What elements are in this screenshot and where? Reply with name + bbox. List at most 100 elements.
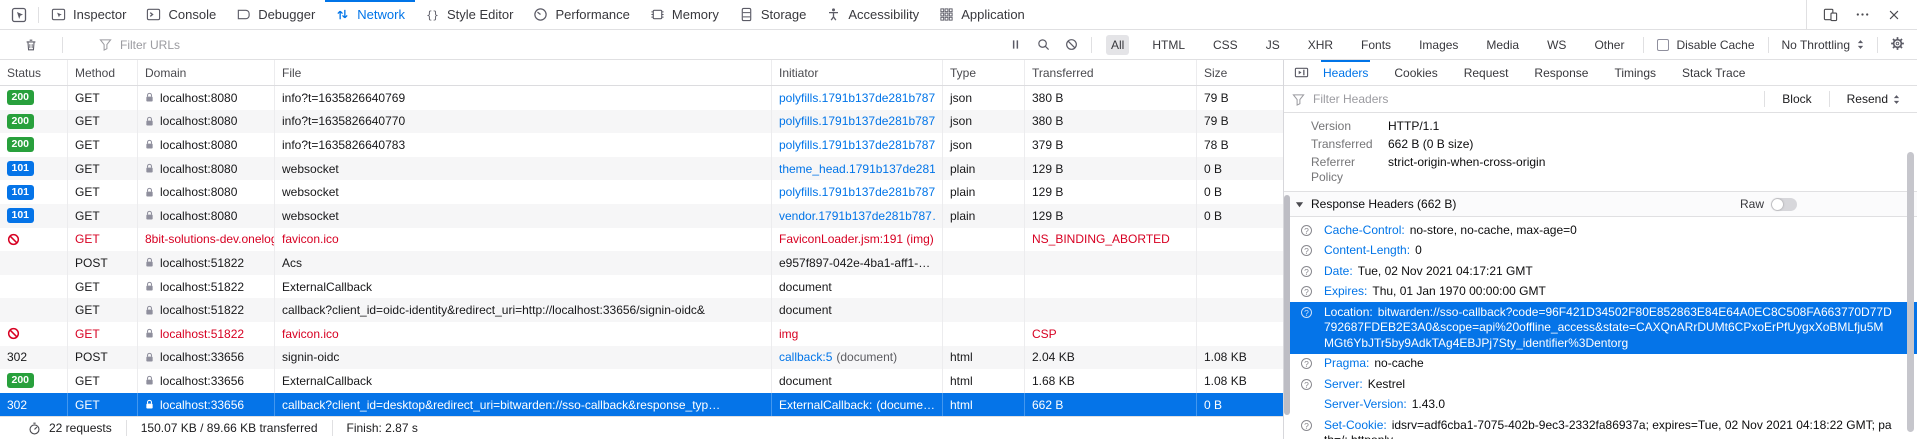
filter-type-css[interactable]: CSS <box>1208 35 1243 55</box>
raw-toggle[interactable] <box>1771 198 1797 211</box>
pick-element-button[interactable] <box>0 0 38 29</box>
header-name[interactable]: Server: <box>1324 377 1363 391</box>
tab-accessibility[interactable]: Accessibility <box>816 0 929 29</box>
header-name[interactable]: Pragma: <box>1324 356 1369 370</box>
table-row[interactable]: GET localhost:51822 ExternalCallback doc… <box>0 275 1283 299</box>
table-scrollbar-thumb[interactable] <box>1284 195 1290 415</box>
initiator-link[interactable]: vendor.1791b137de281b787… <box>779 209 935 223</box>
table-row[interactable]: 101 GET localhost:8080 websocket polyfil… <box>0 180 1283 204</box>
filter-type-all[interactable]: All <box>1106 35 1129 55</box>
table-row[interactable]: 200 GET localhost:8080 info?t=1635826640… <box>0 133 1283 157</box>
tab-console[interactable]: Console <box>136 0 226 29</box>
header-name[interactable]: Server-Version: <box>1324 397 1407 411</box>
initiator-link[interactable]: callback:5 <box>779 350 832 364</box>
tab-style-editor[interactable]: {} Style Editor <box>415 0 523 29</box>
filter-type-fonts[interactable]: Fonts <box>1356 35 1396 55</box>
filter-type-other[interactable]: Other <box>1589 35 1629 55</box>
column-header-size[interactable]: Size <box>1197 60 1283 85</box>
table-row[interactable]: GET localhost:51822 callback?client_id=o… <box>0 298 1283 322</box>
header-help-icon[interactable]: ? <box>1301 420 1312 431</box>
response-header-date[interactable]: ? Date:Tue, 02 Nov 2021 04:17:21 GMT <box>1284 261 1917 282</box>
response-header-location[interactable]: ? Location:bitwarden://sso-callback?code… <box>1284 302 1917 354</box>
pause-icon[interactable] <box>1009 38 1022 51</box>
header-name[interactable]: Set-Cookie: <box>1324 418 1387 432</box>
details-tab-stack-trace[interactable]: Stack Trace <box>1680 60 1747 86</box>
panel-scrollbar-thumb[interactable] <box>1907 152 1914 432</box>
column-header-initiator[interactable]: Initiator <box>772 60 943 85</box>
filter-type-html[interactable]: HTML <box>1147 35 1190 55</box>
details-tab-response[interactable]: Response <box>1532 60 1590 86</box>
response-header-cache-control[interactable]: ? Cache-Control:no-store, no-cache, max-… <box>1284 220 1917 241</box>
header-help-icon[interactable]: ? <box>1301 379 1312 390</box>
header-help-icon[interactable]: ? <box>1301 266 1312 277</box>
response-header-server-version[interactable]: Server-Version:1.43.0 <box>1284 395 1917 416</box>
resend-button[interactable]: Resend <box>1838 92 1909 106</box>
table-row[interactable]: 302 GET localhost:33656 callback?client_… <box>0 393 1283 416</box>
table-row[interactable]: 302 POST localhost:33656 signin-oidc cal… <box>0 346 1283 370</box>
close-icon[interactable] <box>1887 8 1901 22</box>
tab-memory[interactable]: Memory <box>640 0 729 29</box>
filter-type-xhr[interactable]: XHR <box>1303 35 1338 55</box>
details-tab-cookies[interactable]: Cookies <box>1392 60 1439 86</box>
column-header-file[interactable]: File <box>275 60 772 85</box>
response-header-pragma[interactable]: ? Pragma:no-cache <box>1284 354 1917 375</box>
tab-storage[interactable]: Storage <box>729 0 817 29</box>
initiator-link[interactable]: theme_head.1791b137de281… <box>779 162 935 176</box>
menu-icon[interactable] <box>1855 7 1870 22</box>
tab-inspector[interactable]: Inspector <box>41 0 136 29</box>
filter-type-js[interactable]: JS <box>1261 35 1285 55</box>
header-name[interactable]: Expires: <box>1324 284 1367 298</box>
filter-type-media[interactable]: Media <box>1481 35 1524 55</box>
table-row[interactable]: GET localhost:51822 favicon.ico img CSP <box>0 322 1283 346</box>
details-tab-headers[interactable]: Headers <box>1321 60 1370 86</box>
block-button[interactable]: Block <box>1773 92 1820 106</box>
tab-application[interactable]: Application <box>929 0 1035 29</box>
filter-type-images[interactable]: Images <box>1414 35 1463 55</box>
initiator-link[interactable]: polyfills.1791b137de281b787… <box>779 91 935 105</box>
response-header-server[interactable]: ? Server:Kestrel <box>1284 374 1917 395</box>
tab-performance[interactable]: Performance <box>523 0 639 29</box>
table-row[interactable]: 200 GET localhost:8080 info?t=1635826640… <box>0 110 1283 134</box>
header-name[interactable]: Date: <box>1324 264 1353 278</box>
response-header-set-cookie[interactable]: ? Set-Cookie:idsrv=adf6cba1-7075-402b-9e… <box>1284 415 1917 439</box>
header-help-icon[interactable]: ? <box>1301 225 1312 236</box>
filter-headers-input[interactable]: Filter Headers <box>1313 92 1388 106</box>
block-icon[interactable] <box>1065 38 1078 51</box>
table-row[interactable]: 101 GET localhost:8080 websocket theme_h… <box>0 157 1283 181</box>
column-header-method[interactable]: Method <box>68 60 138 85</box>
disable-cache-checkbox[interactable] <box>1657 39 1669 51</box>
network-settings-button[interactable] <box>1890 36 1905 54</box>
response-headers-section-header[interactable]: Response Headers (662 B) Raw <box>1284 192 1917 217</box>
search-icon[interactable] <box>1037 38 1050 51</box>
header-help-icon[interactable]: ? <box>1301 307 1312 318</box>
initiator-link[interactable]: ExternalCallback:5 <box>779 398 872 412</box>
table-row[interactable]: 101 GET localhost:8080 websocket vendor.… <box>0 204 1283 228</box>
column-header-transferred[interactable]: Transferred <box>1025 60 1197 85</box>
header-help-icon[interactable]: ? <box>1301 245 1312 256</box>
clear-requests-button[interactable] <box>0 38 62 52</box>
table-row[interactable]: 200 GET localhost:33656 ExternalCallback… <box>0 369 1283 393</box>
details-tab-request[interactable]: Request <box>1462 60 1511 86</box>
response-header-content-length[interactable]: ? Content-Length:0 <box>1284 241 1917 262</box>
table-row[interactable]: 200 GET localhost:8080 info?t=1635826640… <box>0 86 1283 110</box>
response-header-expires[interactable]: ? Expires:Thu, 01 Jan 1970 00:00:00 GMT <box>1284 282 1917 303</box>
filter-type-ws[interactable]: WS <box>1542 35 1571 55</box>
initiator-link[interactable]: polyfills.1791b137de281b787… <box>779 114 935 128</box>
initiator-link[interactable]: polyfills.1791b137de281b787… <box>779 185 935 199</box>
column-header-type[interactable]: Type <box>943 60 1025 85</box>
details-tab-timings[interactable]: Timings <box>1612 60 1658 86</box>
tab-debugger[interactable]: Debugger <box>226 0 325 29</box>
throttling-dropdown[interactable]: No Throttling <box>1782 38 1864 52</box>
header-help-icon[interactable]: ? <box>1301 286 1312 297</box>
header-help-icon[interactable]: ? <box>1301 358 1312 369</box>
column-header-domain[interactable]: Domain <box>138 60 275 85</box>
header-name[interactable]: Location: <box>1324 305 1373 319</box>
column-header-status[interactable]: Status <box>0 60 68 85</box>
dock-panel-icon[interactable] <box>1294 65 1309 80</box>
disable-cache-control[interactable]: Disable Cache <box>1657 38 1754 52</box>
header-name[interactable]: Cache-Control: <box>1324 223 1405 237</box>
responsive-icon[interactable] <box>1823 7 1838 22</box>
filter-urls-input[interactable]: Filter URLs <box>99 38 180 52</box>
table-row[interactable]: POST localhost:51822 Acs e957f897-042e-4… <box>0 251 1283 275</box>
header-name[interactable]: Content-Length: <box>1324 243 1410 257</box>
